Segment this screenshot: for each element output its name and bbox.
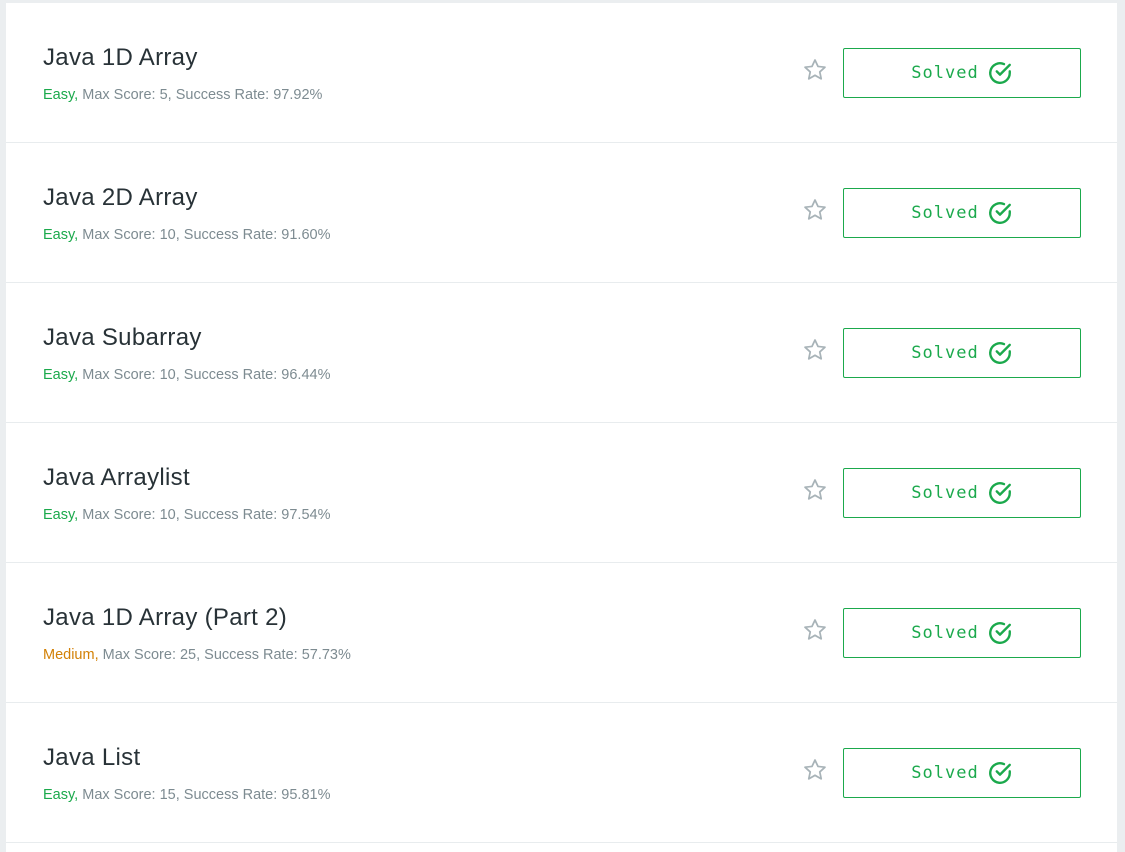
star-icon[interactable] [802,617,828,643]
difficulty-label: Easy, [43,367,79,383]
difficulty-label: Easy, [43,507,79,523]
challenge-details: Max Score: 15, Success Rate: 95.81% [82,787,331,803]
star-icon[interactable] [802,477,828,503]
solved-button-label: Solved [911,623,979,643]
challenge-title[interactable]: Java 1D Array [43,44,198,72]
challenge-details: Max Score: 10, Success Rate: 96.44% [82,367,331,383]
solved-button[interactable]: Solved [843,748,1081,798]
star-icon[interactable] [802,57,828,83]
solved-button[interactable]: Solved [843,608,1081,658]
solved-button-label: Solved [911,203,979,223]
solved-button-label: Solved [911,483,979,503]
circle-check-icon [988,762,1011,784]
challenge-details: Max Score: 10, Success Rate: 97.54% [82,507,331,523]
challenge-meta: Easy, Max Score: 10, Success Rate: 97.54… [43,507,330,523]
challenge-meta: Easy, Max Score: 15, Success Rate: 95.81… [43,787,330,803]
challenge-meta: Easy, Max Score: 10, Success Rate: 91.60… [43,227,330,243]
challenge-meta: Easy, Max Score: 5, Success Rate: 97.92% [43,87,322,103]
solved-button-label: Solved [911,343,979,363]
circle-check-icon [988,62,1011,84]
star-icon[interactable] [802,197,828,223]
challenge-title[interactable]: Java Arraylist [43,464,190,492]
circle-check-icon [988,482,1011,504]
challenge-title[interactable]: Java Subarray [43,324,202,352]
solved-button-label: Solved [911,63,979,83]
solved-button[interactable]: Solved [843,328,1081,378]
solved-button-label: Solved [911,763,979,783]
challenge-title[interactable]: Java 1D Array (Part 2) [43,604,287,632]
solved-button[interactable]: Solved [843,48,1081,98]
star-icon[interactable] [802,757,828,783]
challenge-title[interactable]: Java 2D Array [43,184,198,212]
challenge-details: Max Score: 25, Success Rate: 57.73% [102,647,351,663]
difficulty-label: Easy, [43,787,79,803]
challenge-row: Java List Easy, Max Score: 15, Success R… [6,703,1117,843]
challenge-details: Max Score: 10, Success Rate: 91.60% [82,227,331,243]
solved-button[interactable]: Solved [843,468,1081,518]
solved-button[interactable]: Solved [843,188,1081,238]
challenge-title[interactable]: Java List [43,744,140,772]
challenge-row: Java Arraylist Easy, Max Score: 10, Succ… [6,423,1117,563]
challenge-row: Java 1D Array Easy, Max Score: 5, Succes… [6,3,1117,143]
challenge-meta: Medium, Max Score: 25, Success Rate: 57.… [43,647,351,663]
difficulty-label: Medium, [43,647,99,663]
circle-check-icon [988,342,1011,364]
challenge-row: Java 1D Array (Part 2) Medium, Max Score… [6,563,1117,703]
circle-check-icon [988,202,1011,224]
difficulty-label: Easy, [43,87,79,103]
circle-check-icon [988,622,1011,644]
challenge-row: Java 2D Array Easy, Max Score: 10, Succe… [6,143,1117,283]
challenge-row: Java Subarray Easy, Max Score: 10, Succe… [6,283,1117,423]
challenge-meta: Easy, Max Score: 10, Success Rate: 96.44… [43,367,330,383]
challenge-details: Max Score: 5, Success Rate: 97.92% [82,87,323,103]
challenge-list: Java 1D Array Easy, Max Score: 5, Succes… [6,3,1117,852]
difficulty-label: Easy, [43,227,79,243]
star-icon[interactable] [802,337,828,363]
